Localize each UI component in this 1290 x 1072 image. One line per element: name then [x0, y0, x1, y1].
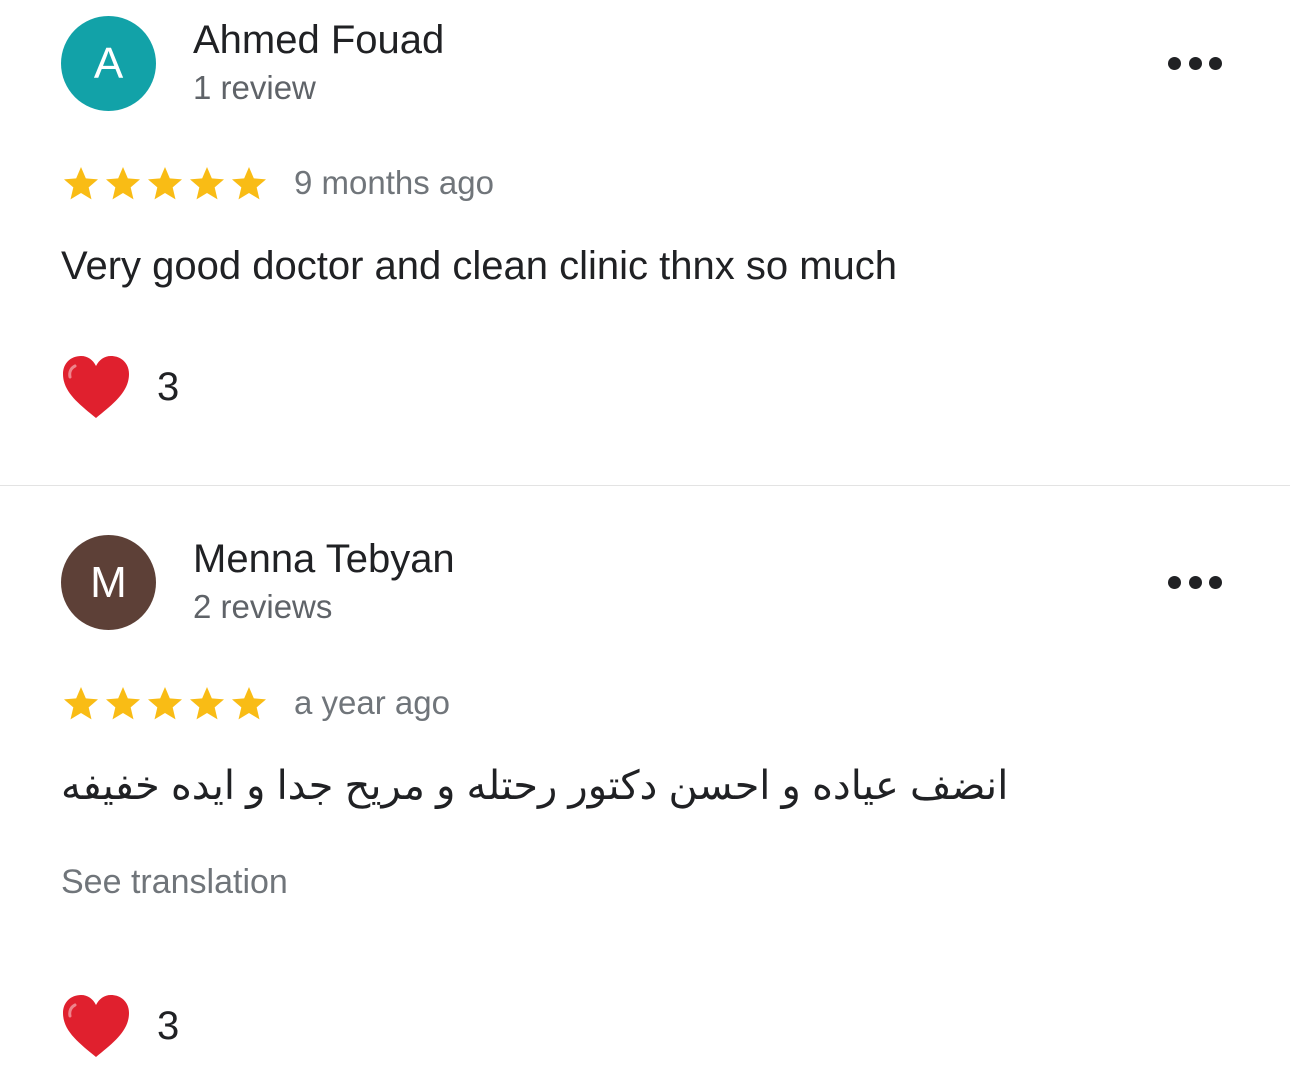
review-time: 9 months ago	[294, 164, 494, 201]
star-icon	[148, 167, 182, 200]
reaction-count: 3	[157, 1003, 180, 1048]
reaction-button[interactable]: 3	[61, 993, 179, 1059]
star-icon	[64, 167, 98, 200]
star-icon	[190, 167, 224, 200]
reviewer-name[interactable]: Menna Tebyan	[193, 536, 455, 582]
red-heart-icon	[63, 356, 129, 418]
avatar[interactable]: M	[61, 535, 156, 630]
star-rating	[61, 164, 269, 204]
red-heart-icon	[63, 995, 129, 1057]
star-rating	[61, 684, 269, 724]
review-card: M Menna Tebyan 2 reviews a year ago انضف…	[0, 486, 1290, 1072]
see-translation-link[interactable]: See translation	[61, 863, 288, 902]
reviewer-review-count: 1 review	[193, 69, 316, 106]
star-icon	[148, 687, 182, 720]
more-options-button[interactable]	[1168, 55, 1222, 71]
reviewer-review-count: 2 reviews	[193, 588, 333, 625]
review-card: A Ahmed Fouad 1 review 9 months ago Very…	[0, 0, 1290, 485]
more-dot-icon	[1168, 575, 1181, 589]
more-dot-icon	[1209, 575, 1222, 589]
star-icon	[64, 687, 98, 720]
star-icon	[190, 687, 224, 720]
star-icon	[106, 687, 140, 720]
reaction-button[interactable]: 3	[61, 354, 179, 420]
more-dot-icon	[1188, 56, 1202, 70]
star-icon	[232, 687, 266, 720]
avatar[interactable]: A	[61, 16, 156, 111]
more-dot-icon	[1168, 56, 1181, 70]
more-dot-icon	[1188, 575, 1202, 589]
review-time: a year ago	[294, 684, 450, 721]
reviewer-name[interactable]: Ahmed Fouad	[193, 17, 444, 63]
more-dot-icon	[1209, 56, 1222, 70]
review-text: Very good doctor and clean clinic thnx s…	[61, 244, 898, 288]
star-icon	[232, 167, 266, 200]
review-text: انضف عياده و احسن دكتور رحتله و مريح جدا…	[61, 764, 1009, 808]
more-options-button[interactable]	[1168, 574, 1222, 590]
reaction-count: 3	[157, 364, 180, 409]
star-icon	[106, 167, 140, 200]
